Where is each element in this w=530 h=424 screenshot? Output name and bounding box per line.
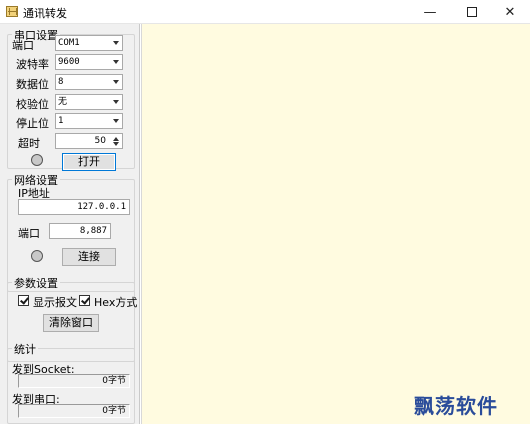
window-title: 通讯转发 bbox=[23, 7, 67, 20]
chevron-down-icon bbox=[113, 41, 119, 45]
serial-port-value: COM1 bbox=[58, 38, 80, 48]
hex-mode-checkbox[interactable] bbox=[79, 295, 90, 306]
maximize-button[interactable] bbox=[452, 0, 492, 24]
network-status-led bbox=[31, 250, 43, 262]
minimize-button[interactable]: — bbox=[410, 0, 450, 24]
maximize-icon bbox=[467, 7, 477, 17]
connect-button[interactable]: 连接 bbox=[62, 248, 116, 266]
spin-down-icon[interactable] bbox=[113, 142, 119, 146]
timeout-value: 50 bbox=[94, 136, 106, 146]
open-serial-button[interactable]: 打开 bbox=[62, 153, 116, 171]
stopbits-label: 停止位 bbox=[16, 117, 49, 130]
spin-up-icon[interactable] bbox=[113, 137, 119, 141]
stopbits-select[interactable]: 1 bbox=[55, 113, 123, 129]
ip-input[interactable]: 127.0.0.1 bbox=[18, 199, 130, 215]
close-button[interactable]: ✕ bbox=[490, 0, 530, 24]
serial-status-led bbox=[31, 154, 43, 166]
chevron-down-icon bbox=[113, 119, 119, 123]
databits-select[interactable]: 8 bbox=[55, 74, 123, 90]
timeout-label: 超时 bbox=[18, 137, 40, 150]
chevron-down-icon bbox=[113, 60, 119, 64]
stopbits-value: 1 bbox=[58, 116, 64, 126]
timeout-spinner[interactable]: 50 bbox=[55, 133, 123, 149]
stats-title: 统计 bbox=[12, 341, 38, 357]
close-icon: ✕ bbox=[504, 4, 516, 20]
hex-mode-label: Hex方式 bbox=[94, 296, 138, 309]
databits-value: 8 bbox=[58, 77, 64, 87]
baud-select[interactable]: 9600 bbox=[55, 54, 123, 70]
params-settings-title: 参数设置 bbox=[12, 275, 60, 291]
minimize-icon: — bbox=[423, 4, 437, 20]
baud-value: 9600 bbox=[58, 57, 80, 67]
parity-select[interactable]: 无 bbox=[55, 94, 123, 110]
serial-port-label: 端口 bbox=[12, 39, 34, 52]
watermark-text: 飘荡软件 bbox=[414, 394, 498, 418]
title-bar: 通讯转发 — ✕ bbox=[0, 0, 530, 24]
control-panel: 串口设置 端口 COM1 波特率 9600 数据位 8 校验位 无 停止位 1 … bbox=[0, 24, 140, 424]
baud-label: 波特率 bbox=[16, 58, 49, 71]
parity-value: 无 bbox=[58, 97, 68, 107]
to-socket-value: 0字节 bbox=[18, 374, 130, 388]
chevron-down-icon bbox=[113, 100, 119, 104]
show-message-checkbox[interactable] bbox=[18, 295, 29, 306]
net-port-label: 端口 bbox=[18, 227, 40, 240]
net-port-input[interactable]: 8,887 bbox=[49, 223, 111, 239]
chevron-down-icon bbox=[113, 80, 119, 84]
parity-label: 校验位 bbox=[16, 98, 49, 111]
message-display-area[interactable]: 飘荡软件 bbox=[141, 24, 530, 424]
databits-label: 数据位 bbox=[16, 78, 49, 91]
show-message-label: 显示报文 bbox=[33, 296, 77, 309]
app-icon bbox=[6, 6, 18, 17]
clear-window-button[interactable]: 清除窗口 bbox=[43, 314, 99, 332]
serial-port-select[interactable]: COM1 bbox=[55, 35, 123, 51]
to-serial-value: 0字节 bbox=[18, 404, 130, 418]
